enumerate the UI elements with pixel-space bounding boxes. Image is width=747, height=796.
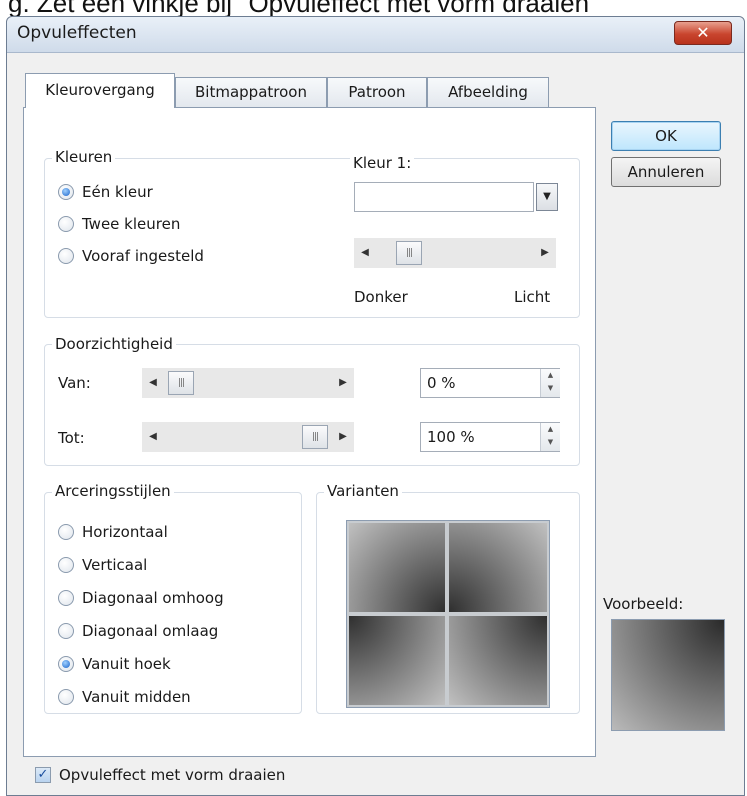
slider-thumb[interactable]: ||| bbox=[302, 425, 328, 449]
from-value: 0 % bbox=[427, 374, 456, 392]
to-label: Tot: bbox=[58, 429, 85, 447]
radio-diagonal-down-label: Diagonaal omlaag bbox=[82, 622, 219, 640]
from-value-input[interactable]: 0 % bbox=[420, 368, 560, 398]
gradient-tab-panel: Kleuren Eén kleur Twee kleuren Vooraf in… bbox=[23, 107, 596, 757]
radio-one-color-label: Eén kleur bbox=[82, 183, 153, 201]
tab-label: Kleurovergang bbox=[45, 81, 155, 99]
grip-icon: ||| bbox=[177, 378, 185, 388]
fill-effects-dialog: Opvuleffecten ✕ Kleurovergang Bitmappatr… bbox=[6, 16, 745, 796]
color1-swatch[interactable] bbox=[354, 182, 534, 212]
radio-from-corner-label: Vanuit hoek bbox=[82, 655, 171, 673]
arrow-right-icon[interactable]: ▶ bbox=[336, 422, 350, 452]
title-bar: Opvuleffecten ✕ bbox=[7, 17, 744, 53]
radio-from-center[interactable] bbox=[58, 689, 74, 705]
slider-thumb[interactable]: ||| bbox=[168, 371, 194, 395]
tab-afbeelding[interactable]: Afbeelding bbox=[427, 77, 549, 107]
from-spinner[interactable]: ▲ ▼ bbox=[540, 369, 560, 397]
spin-down-icon[interactable]: ▼ bbox=[541, 382, 560, 395]
arrow-left-icon[interactable]: ◀ bbox=[146, 422, 160, 452]
chevron-down-icon: ▼ bbox=[543, 191, 551, 202]
tab-label: Patroon bbox=[348, 83, 406, 101]
slider-light-label: Licht bbox=[514, 288, 551, 306]
variant-tile-bottom-left[interactable] bbox=[349, 616, 445, 705]
check-icon: ✓ bbox=[37, 767, 49, 782]
tab-kleurovergang[interactable]: Kleurovergang bbox=[25, 73, 175, 108]
radio-diagonal-down[interactable] bbox=[58, 623, 74, 639]
spin-up-icon[interactable]: ▲ bbox=[541, 369, 560, 382]
to-value: 100 % bbox=[427, 428, 475, 446]
radio-preset[interactable] bbox=[58, 248, 74, 264]
arrow-left-icon[interactable]: ◀ bbox=[146, 368, 160, 398]
tab-bitmappatroon[interactable]: Bitmappatroon bbox=[175, 77, 327, 107]
variant-tile-top-right[interactable] bbox=[449, 523, 547, 612]
to-slider[interactable]: ◀ ||| ▶ bbox=[142, 422, 354, 452]
radio-two-colors[interactable] bbox=[58, 216, 74, 232]
close-button[interactable]: ✕ bbox=[674, 21, 732, 45]
radio-from-center-label: Vanuit midden bbox=[82, 688, 191, 706]
radio-two-colors-label: Twee kleuren bbox=[82, 215, 181, 233]
variant-tile-bottom-right[interactable] bbox=[449, 616, 547, 705]
radio-horizontal-label: Horizontaal bbox=[82, 523, 168, 541]
colors-group-label: Kleuren bbox=[52, 148, 116, 166]
cancel-button[interactable]: Annuleren bbox=[611, 157, 721, 187]
radio-from-corner[interactable] bbox=[58, 656, 74, 672]
variants-group-label: Varianten bbox=[324, 482, 402, 500]
grip-icon: ||| bbox=[405, 248, 413, 258]
to-spinner[interactable]: ▲ ▼ bbox=[540, 423, 560, 451]
slider-dark-label: Donker bbox=[354, 288, 408, 306]
ok-button[interactable]: OK bbox=[611, 121, 721, 151]
radio-vertical-label: Verticaal bbox=[82, 556, 148, 574]
transparency-group-label: Doorzichtigheid bbox=[52, 335, 176, 353]
ok-button-label: OK bbox=[655, 127, 677, 145]
tab-label: Bitmappatroon bbox=[195, 83, 307, 101]
radio-vertical[interactable] bbox=[58, 557, 74, 573]
close-icon: ✕ bbox=[696, 23, 710, 42]
from-label: Van: bbox=[58, 374, 91, 392]
color1-label: Kleur 1: bbox=[350, 154, 415, 172]
tab-patroon[interactable]: Patroon bbox=[327, 77, 427, 107]
variants-grid bbox=[346, 520, 550, 708]
radio-horizontal[interactable] bbox=[58, 524, 74, 540]
color1-dropdown-button[interactable]: ▼ bbox=[536, 183, 558, 211]
spin-up-icon[interactable]: ▲ bbox=[541, 423, 560, 436]
radio-preset-label: Vooraf ingesteld bbox=[82, 247, 204, 265]
spin-down-icon[interactable]: ▼ bbox=[541, 436, 560, 449]
radio-one-color[interactable] bbox=[58, 184, 74, 200]
preview-swatch bbox=[611, 619, 725, 731]
rotate-fill-label[interactable]: Opvuleffect met vorm draaien bbox=[59, 766, 285, 784]
slider-thumb[interactable]: ||| bbox=[396, 241, 422, 265]
from-slider[interactable]: ◀ ||| ▶ bbox=[142, 368, 354, 398]
tab-label: Afbeelding bbox=[448, 83, 528, 101]
window-title: Opvuleffecten bbox=[17, 23, 137, 43]
shading-styles-group-label: Arceringsstijlen bbox=[52, 482, 174, 500]
radio-diagonal-up[interactable] bbox=[58, 590, 74, 606]
variant-tile-top-left[interactable] bbox=[349, 523, 445, 612]
arrow-right-icon[interactable]: ▶ bbox=[336, 368, 350, 398]
to-value-input[interactable]: 100 % bbox=[420, 422, 560, 452]
dark-light-slider[interactable]: ◀ ||| ▶ bbox=[354, 238, 556, 268]
arrow-left-icon[interactable]: ◀ bbox=[358, 238, 372, 268]
arrow-right-icon[interactable]: ▶ bbox=[538, 238, 552, 268]
preview-label: Voorbeeld: bbox=[603, 595, 684, 613]
cancel-button-label: Annuleren bbox=[627, 163, 705, 181]
rotate-fill-checkbox[interactable]: ✓ bbox=[35, 767, 51, 783]
grip-icon: ||| bbox=[311, 432, 319, 442]
radio-diagonal-up-label: Diagonaal omhoog bbox=[82, 589, 224, 607]
